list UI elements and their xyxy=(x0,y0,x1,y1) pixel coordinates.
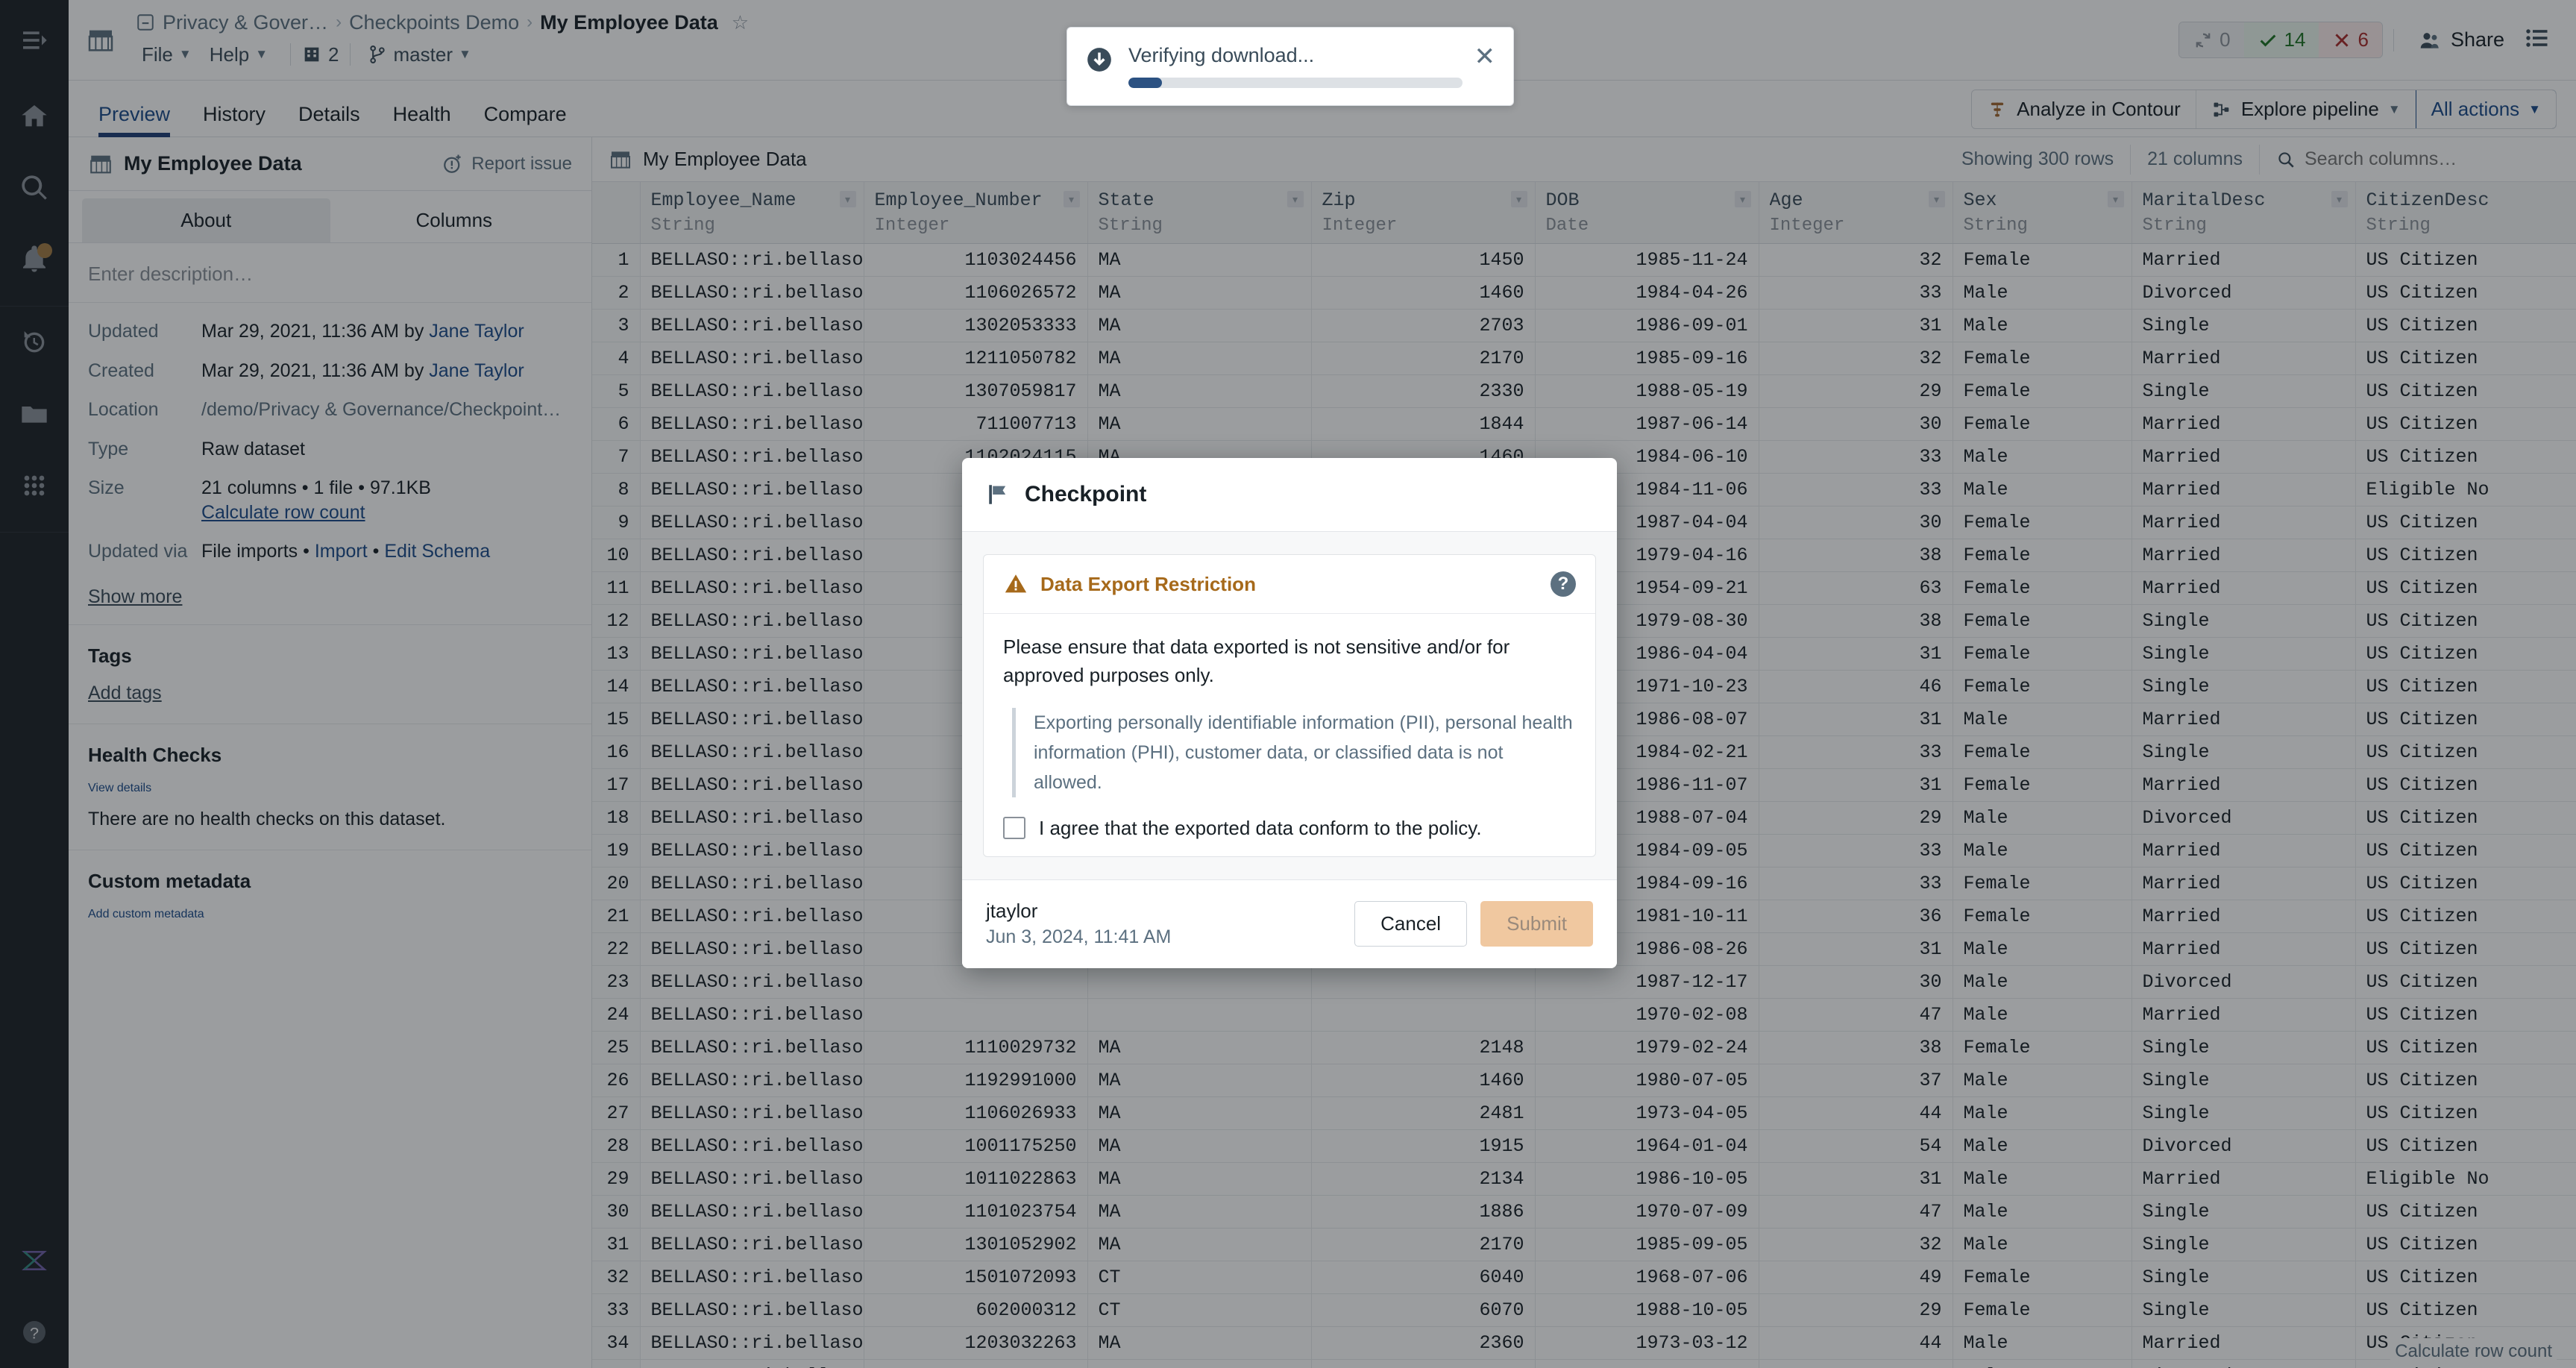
flag-icon xyxy=(989,485,1006,504)
download-progress-fill xyxy=(1128,78,1162,88)
toast-message: Verifying download... xyxy=(1128,44,1315,66)
submit-button[interactable]: Submit xyxy=(1480,901,1593,947)
app-root: ? Privacy & Gover… › Checkpoints Demo › xyxy=(0,0,2576,1368)
restriction-card-header: Data Export Restriction ? xyxy=(984,555,1595,615)
checkpoint-modal: Checkpoint Data Export Restriction ? Ple… xyxy=(962,458,1617,968)
agree-checkbox-label: I agree that the exported data conform t… xyxy=(1039,816,1482,839)
download-progress-bar xyxy=(1128,78,1463,88)
agree-checkbox[interactable] xyxy=(1003,817,1025,840)
agree-checkbox-row[interactable]: I agree that the exported data conform t… xyxy=(1003,817,1576,840)
cancel-button[interactable]: Cancel xyxy=(1354,901,1468,947)
restriction-quote-text: Exporting personally identifiable inform… xyxy=(1012,707,1576,797)
modal-body: Data Export Restriction ? Please ensure … xyxy=(962,532,1617,879)
download-toast: Verifying download... ✕ xyxy=(1066,27,1514,106)
warning-icon xyxy=(1005,574,1027,593)
restriction-card-body: Please ensure that data exported is not … xyxy=(984,614,1595,856)
restriction-body-text: Please ensure that data exported is not … xyxy=(1003,636,1510,687)
toast-body: Verifying download... xyxy=(1128,44,1463,88)
modal-user-info: jtaylor Jun 3, 2024, 11:41 AM xyxy=(986,898,1171,950)
modal-header: Checkpoint xyxy=(962,458,1617,533)
modal-buttons: Cancel Submit xyxy=(1354,901,1593,947)
download-icon xyxy=(1087,48,1111,72)
restriction-title: Data Export Restriction xyxy=(1040,572,1256,595)
download-icon-box xyxy=(1085,46,1113,78)
toast-close-button[interactable]: ✕ xyxy=(1474,44,1496,69)
modal-footer: jtaylor Jun 3, 2024, 11:41 AM Cancel Sub… xyxy=(962,879,1617,968)
modal-title: Checkpoint xyxy=(1025,482,1147,507)
restriction-card: Data Export Restriction ? Please ensure … xyxy=(983,554,1596,857)
modal-timestamp: Jun 3, 2024, 11:41 AM xyxy=(986,926,1172,947)
modal-username: jtaylor xyxy=(986,900,1038,923)
help-icon[interactable]: ? xyxy=(1551,571,1576,597)
